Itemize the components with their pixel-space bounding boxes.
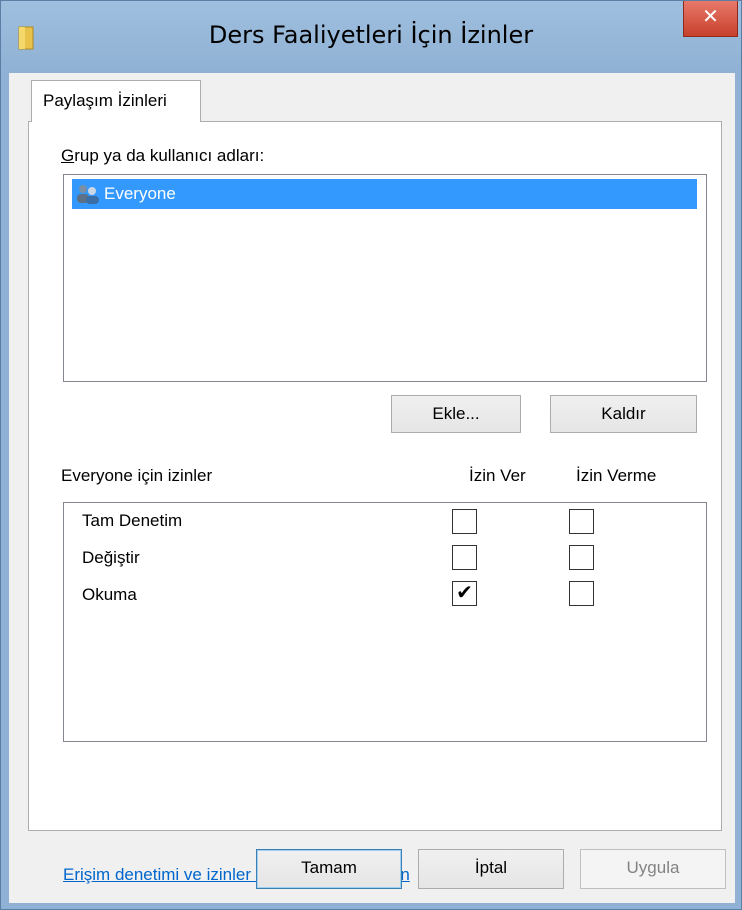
apply-button-label: Uygula [626, 858, 680, 877]
ok-button-label: Tamam [301, 858, 357, 877]
apply-button[interactable]: Uygula [580, 849, 726, 889]
title-bar[interactable]: Ders Faaliyetleri İçin İzinler ✕ [1, 1, 741, 73]
close-icon: ✕ [702, 6, 719, 28]
remove-button[interactable]: Kaldır [550, 395, 697, 433]
allow-column-header: İzin Ver [469, 466, 526, 485]
users-label-text: rup ya da kullanıcı adları: [74, 146, 265, 165]
permissions-dialog: Ders Faaliyetleri İçin İzinler ✕ Paylaşı… [0, 0, 742, 910]
dialog-client-area: Paylaşım İzinleri Grup ya da kullanıcı a… [9, 73, 735, 903]
tab-share-permissions[interactable]: Paylaşım İzinleri [31, 80, 201, 122]
deny-read-checkbox[interactable] [569, 581, 594, 606]
permission-row-read: Okuma [82, 585, 137, 605]
checkmark-icon: ✔ [456, 582, 473, 604]
users-listbox[interactable]: Everyone [63, 174, 707, 382]
users-label: Grup ya da kullanıcı adları: [61, 146, 264, 166]
add-button[interactable]: Ekle... [391, 395, 521, 433]
allow-read-checkbox[interactable]: ✔ [452, 581, 477, 606]
allow-change-checkbox[interactable] [452, 545, 477, 570]
add-button-label: Ekle... [432, 404, 480, 423]
users-group-icon [77, 185, 99, 204]
permissions-header: Everyone için izinler [61, 466, 213, 485]
permissions-list: Tam Denetim Değiştir Okuma ✔ [63, 502, 707, 742]
permission-name: Okuma [82, 585, 137, 604]
remove-button-label: Kaldır [601, 404, 646, 423]
permission-name: Tam Denetim [82, 511, 183, 530]
deny-full-control-checkbox[interactable] [569, 509, 594, 534]
deny-change-checkbox[interactable] [569, 545, 594, 570]
user-name: Everyone [104, 184, 176, 203]
deny-column-header: İzin Verme [576, 466, 657, 485]
permission-row-change: Değiştir [82, 548, 140, 568]
users-label-accel: G [61, 146, 75, 165]
permission-name: Değiştir [82, 548, 140, 567]
tab-panel: Grup ya da kullanıcı adları: Everyone Ek… [28, 121, 722, 831]
cancel-button[interactable]: İptal [418, 849, 564, 889]
window-title: Ders Faaliyetleri İçin İzinler [208, 21, 534, 49]
allow-full-control-checkbox[interactable] [452, 509, 477, 534]
permission-row-full-control: Tam Denetim [82, 511, 182, 531]
cancel-button-label: İptal [474, 858, 508, 877]
ok-button[interactable]: Tamam [256, 849, 402, 889]
close-button[interactable]: ✕ [683, 1, 738, 37]
list-item-everyone[interactable]: Everyone [72, 179, 697, 209]
